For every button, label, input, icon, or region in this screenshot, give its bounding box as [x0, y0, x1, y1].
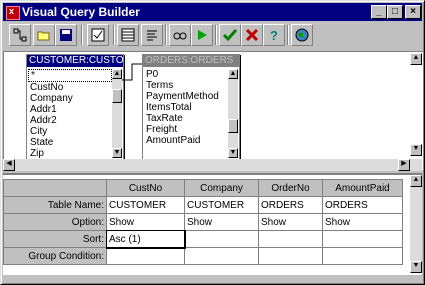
grid-cell[interactable]: Show — [106, 213, 185, 231]
scroll-down-icon[interactable]: ▼ — [112, 148, 122, 158]
field-item[interactable]: AmountPaid — [144, 135, 228, 146]
grid-view-icon[interactable] — [117, 24, 139, 46]
toolbar: ? — [3, 21, 422, 49]
grid-cell[interactable]: CUSTOMER — [106, 196, 185, 214]
scroll-left-icon[interactable]: ◀ — [3, 159, 15, 171]
diagram-canvas[interactable]: CUSTOMER:CUSTOM * CustNo Company Addr1 A… — [3, 51, 423, 170]
table-header[interactable]: ORDERS:ORDERS — [143, 55, 239, 67]
horizontal-scrollbar[interactable]: ◀ ▶ — [3, 159, 422, 171]
criteria-table: CustNo Company OrderNo AmountPaid Table … — [3, 179, 403, 265]
field-item[interactable]: CustNo — [28, 82, 112, 93]
field-item[interactable]: State — [28, 137, 112, 148]
grid-cell[interactable]: ORDERS — [258, 196, 323, 214]
maximize-button[interactable]: □ — [387, 5, 403, 19]
cancel-icon[interactable] — [241, 24, 263, 46]
grid-cell[interactable] — [184, 247, 259, 265]
grid-cell[interactable] — [258, 247, 323, 265]
field-item[interactable]: Freight — [144, 124, 228, 135]
row-label: Group Condition: — [3, 247, 107, 265]
field-item[interactable]: PaymentMethod — [144, 91, 228, 102]
run-icon[interactable] — [191, 24, 213, 46]
field-list: P0 Terms PaymentMethod ItemsTotal TaxRat… — [144, 69, 228, 158]
scroll-down-icon[interactable]: ▼ — [410, 261, 422, 273]
table-window-customer[interactable]: CUSTOMER:CUSTOM * CustNo Company Addr1 A… — [26, 54, 124, 160]
grid-cell[interactable]: Show — [184, 213, 259, 231]
grid-cell[interactable]: Show — [322, 213, 403, 231]
scroll-up-icon[interactable]: ▲ — [228, 69, 238, 79]
sql-icon[interactable] — [141, 24, 163, 46]
help-icon[interactable]: ? — [263, 24, 285, 46]
grid-vertical-scrollbar[interactable]: ▲ ▼ — [410, 175, 422, 273]
table-window-orders[interactable]: ORDERS:ORDERS P0 Terms PaymentMethod Ite… — [142, 54, 240, 160]
canvas-scroll-up-icon[interactable]: ▲ — [410, 53, 422, 65]
query-grid: CustNo Company OrderNo AmountPaid Table … — [3, 173, 422, 275]
grid-cell[interactable]: Show — [258, 213, 323, 231]
vertical-scrollbar[interactable]: ▲ ▼ — [112, 69, 122, 158]
field-item[interactable]: City — [28, 126, 112, 137]
field-item[interactable]: TaxRate — [144, 113, 228, 124]
field-item[interactable]: Terms — [144, 80, 228, 91]
row-label: Sort: — [3, 230, 107, 248]
app-icon[interactable]: x — [6, 6, 20, 20]
field-item[interactable]: Addr1 — [28, 104, 112, 115]
column-header[interactable]: Company — [184, 179, 259, 197]
field-item[interactable]: Company — [28, 93, 112, 104]
field-item[interactable]: ItemsTotal — [144, 102, 228, 113]
grid-cell[interactable] — [322, 247, 403, 265]
row-label: Table Name: — [3, 196, 107, 214]
window-title: Visual Query Builder — [22, 5, 140, 19]
globe-icon[interactable] — [291, 24, 313, 46]
grid-cell[interactable]: CUSTOMER — [184, 196, 259, 214]
scroll-down-icon[interactable]: ▼ — [228, 148, 238, 158]
field-item[interactable]: P0 — [144, 69, 228, 80]
field-list: * CustNo Company Addr1 Addr2 City State … — [28, 69, 112, 158]
app-window: x Visual Query Builder _ □ × ? CUSTOMER:… — [0, 0, 425, 285]
svg-text:?: ? — [270, 28, 278, 42]
column-header[interactable]: CustNo — [106, 179, 185, 197]
field-item[interactable]: Zip — [28, 148, 112, 158]
column-header[interactable]: AmountPaid — [322, 179, 403, 197]
scroll-right-icon[interactable]: ▶ — [398, 159, 410, 171]
checklist-icon[interactable] — [87, 24, 109, 46]
field-item[interactable]: * — [28, 69, 112, 82]
scroll-thumb[interactable] — [112, 89, 122, 103]
title-bar: x Visual Query Builder _ □ × — [3, 3, 422, 21]
grid-cell[interactable] — [322, 230, 403, 248]
minimize-button[interactable]: _ — [371, 5, 387, 19]
corner-cell — [3, 179, 107, 197]
row-label: Option: — [3, 213, 107, 231]
scroll-up-icon[interactable]: ▲ — [112, 69, 122, 79]
table-header[interactable]: CUSTOMER:CUSTOM — [27, 55, 123, 67]
save-icon[interactable] — [55, 24, 77, 46]
grid-cell-active[interactable]: Asc (1) — [105, 229, 186, 249]
vertical-scrollbar[interactable]: ▲ ▼ — [228, 69, 238, 158]
scroll-thumb[interactable] — [228, 119, 238, 133]
open-folder-icon[interactable] — [33, 24, 55, 46]
grid-cell[interactable]: ORDERS — [322, 196, 403, 214]
glasses-icon[interactable] — [169, 24, 191, 46]
grid-cell[interactable] — [106, 247, 185, 265]
join-line — [122, 63, 144, 81]
accept-icon[interactable] — [219, 24, 241, 46]
grid-cell[interactable] — [184, 230, 259, 248]
column-header[interactable]: OrderNo — [258, 179, 323, 197]
field-item[interactable]: Addr2 — [28, 115, 112, 126]
close-button[interactable]: × — [405, 5, 421, 19]
scroll-up-icon[interactable]: ▲ — [410, 175, 422, 187]
canvas-scroll-down-icon[interactable]: ▼ — [410, 144, 422, 156]
join-icon[interactable] — [9, 24, 31, 46]
grid-cell[interactable] — [258, 230, 323, 248]
